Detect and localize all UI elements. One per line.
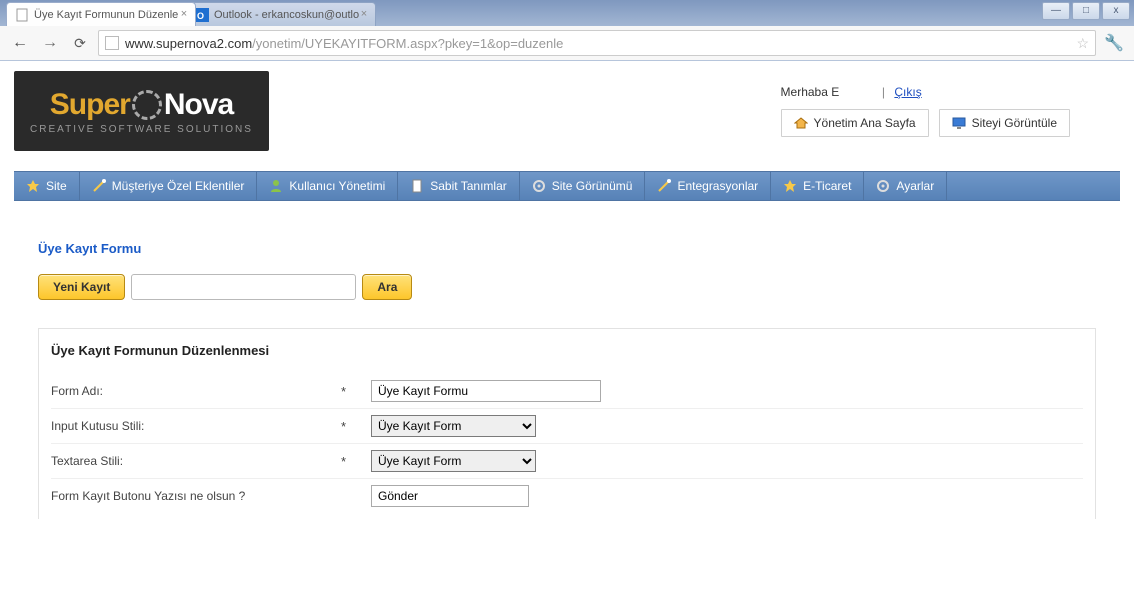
logout-link[interactable]: Çıkış	[894, 85, 921, 99]
menu-fixed-defs[interactable]: Sabit Tanımlar	[398, 172, 519, 200]
browser-tab-inactive[interactable]: O Outlook - erkancoskun@outlo ×	[186, 2, 376, 26]
menu-label: Ayarlar	[896, 179, 934, 193]
home-icon	[794, 116, 808, 130]
wand-icon	[657, 179, 671, 193]
browser-tab-active[interactable]: Üye Kayıt Formunun Düzenle ×	[6, 2, 196, 26]
tab-close-icon[interactable]: ×	[178, 8, 190, 20]
menu-custom-plugins[interactable]: Müşteriye Özel Eklentiler	[80, 172, 258, 200]
tab-title: Üye Kayıt Formunun Düzenle	[34, 9, 178, 21]
menu-label: Entegrasyonlar	[677, 179, 758, 193]
edit-panel: Üye Kayıt Formunun Düzenlenmesi Form Adı…	[38, 328, 1096, 519]
row-form-name: Form Adı: *	[51, 374, 1083, 409]
required-mark: *	[341, 384, 371, 399]
gear-icon	[532, 179, 546, 193]
new-record-button[interactable]: Yeni Kayıt	[38, 274, 125, 300]
browser-nav: ← → ⟳ www.supernova2.com/yonetim/UYEKAYI…	[0, 26, 1134, 60]
row-textarea-style: Textarea Stili: * Üye Kayıt Form	[51, 444, 1083, 479]
menu-site[interactable]: Site	[14, 172, 80, 200]
greeting-text: Merhaba E	[781, 85, 840, 99]
page-favicon	[15, 8, 29, 22]
window-maximize-button[interactable]: □	[1072, 2, 1100, 20]
required-mark: *	[341, 419, 371, 434]
logo: Super Nova CREATIVE SOFTWARE SOLUTIONS	[14, 71, 269, 151]
page-header: Super Nova CREATIVE SOFTWARE SOLUTIONS M…	[14, 71, 1120, 151]
document-icon	[410, 179, 424, 193]
button-label: Siteyi Görüntüle	[972, 116, 1057, 130]
menu-label: Müşteriye Özel Eklentiler	[112, 179, 245, 193]
page: Super Nova CREATIVE SOFTWARE SOLUTIONS M…	[0, 61, 1134, 529]
bookmark-star-icon[interactable]: ☆	[1076, 35, 1089, 52]
forward-button[interactable]: →	[38, 31, 62, 55]
menu-label: E-Ticaret	[803, 179, 851, 193]
menu-integrations[interactable]: Entegrasyonlar	[645, 172, 771, 200]
content: Üye Kayıt Formu Yeni Kayıt Ara Üye Kayıt…	[14, 201, 1120, 519]
page-icon	[105, 36, 119, 50]
row-button-text: Form Kayıt Butonu Yazısı ne olsun ?	[51, 479, 1083, 513]
label-textarea-style: Textarea Stili:	[51, 454, 341, 468]
panel-title: Üye Kayıt Formunun Düzenlenmesi	[51, 343, 1083, 358]
tab-close-icon[interactable]: ×	[358, 8, 370, 20]
star-icon	[783, 179, 797, 193]
window-controls: — □ x	[1042, 2, 1130, 20]
logo-text-super: Super	[50, 88, 130, 122]
browser-chrome: Üye Kayıt Formunun Düzenle × O Outlook -…	[0, 0, 1134, 61]
main-menu: Site Müşteriye Özel Eklentiler Kullanıcı…	[14, 171, 1120, 201]
wand-icon	[92, 179, 106, 193]
gear-icon	[876, 179, 890, 193]
view-site-button[interactable]: Siteyi Görüntüle	[939, 109, 1070, 137]
browser-tabs: Üye Kayıt Formunun Düzenle × O Outlook -…	[0, 0, 1134, 26]
menu-user-mgmt[interactable]: Kullanıcı Yönetimi	[257, 172, 398, 200]
required-mark	[341, 489, 371, 504]
header-right: Merhaba E | Çıkış Yönetim Ana Sayfa Site…	[781, 85, 1120, 137]
svg-text:O: O	[197, 11, 204, 21]
menu-site-appearance[interactable]: Site Görünümü	[520, 172, 646, 200]
user-icon	[269, 179, 283, 193]
row-input-style: Input Kutusu Stili: * Üye Kayıt Form	[51, 409, 1083, 444]
url-host: www.supernova2.com	[125, 36, 252, 51]
monitor-icon	[952, 116, 966, 130]
menu-ecommerce[interactable]: E-Ticaret	[771, 172, 864, 200]
toolbar: Yeni Kayıt Ara	[38, 274, 1096, 300]
menu-label: Site	[46, 179, 67, 193]
input-form-name[interactable]	[371, 380, 601, 402]
tab-title: Outlook - erkancoskun@outlo	[214, 9, 359, 21]
select-input-style[interactable]: Üye Kayıt Form	[371, 415, 536, 437]
label-form-name: Form Adı:	[51, 384, 341, 398]
menu-settings[interactable]: Ayarlar	[864, 172, 947, 200]
logo-tagline: CREATIVE SOFTWARE SOLUTIONS	[30, 124, 253, 135]
label-button-text: Form Kayıt Butonu Yazısı ne olsun ?	[51, 489, 341, 503]
admin-home-button[interactable]: Yönetim Ana Sayfa	[781, 109, 929, 137]
search-input[interactable]	[131, 274, 356, 300]
settings-wrench-icon[interactable]: 🔧	[1102, 31, 1126, 55]
window-minimize-button[interactable]: —	[1042, 2, 1070, 20]
reload-button[interactable]: ⟳	[68, 31, 92, 55]
select-textarea-style[interactable]: Üye Kayıt Form	[371, 450, 536, 472]
url-path: /yonetim/UYEKAYITFORM.aspx?pkey=1&op=duz…	[252, 36, 563, 51]
menu-label: Kullanıcı Yönetimi	[289, 179, 385, 193]
search-button[interactable]: Ara	[362, 274, 412, 300]
input-button-text[interactable]	[371, 485, 529, 507]
window-close-button[interactable]: x	[1102, 2, 1130, 20]
url-bar[interactable]: www.supernova2.com/yonetim/UYEKAYITFORM.…	[98, 30, 1096, 56]
menu-label: Sabit Tanımlar	[430, 179, 506, 193]
logo-text-nova: Nova	[164, 88, 233, 122]
outlook-favicon: O	[195, 8, 209, 22]
label-input-style: Input Kutusu Stili:	[51, 419, 341, 433]
separator: |	[849, 85, 885, 99]
button-label: Yönetim Ana Sayfa	[814, 116, 916, 130]
back-button[interactable]: ←	[8, 31, 32, 55]
menu-label: Site Görünümü	[552, 179, 633, 193]
logo-ring-icon	[132, 90, 162, 120]
required-mark: *	[341, 454, 371, 469]
star-icon	[26, 179, 40, 193]
section-title: Üye Kayıt Formu	[38, 241, 1096, 256]
